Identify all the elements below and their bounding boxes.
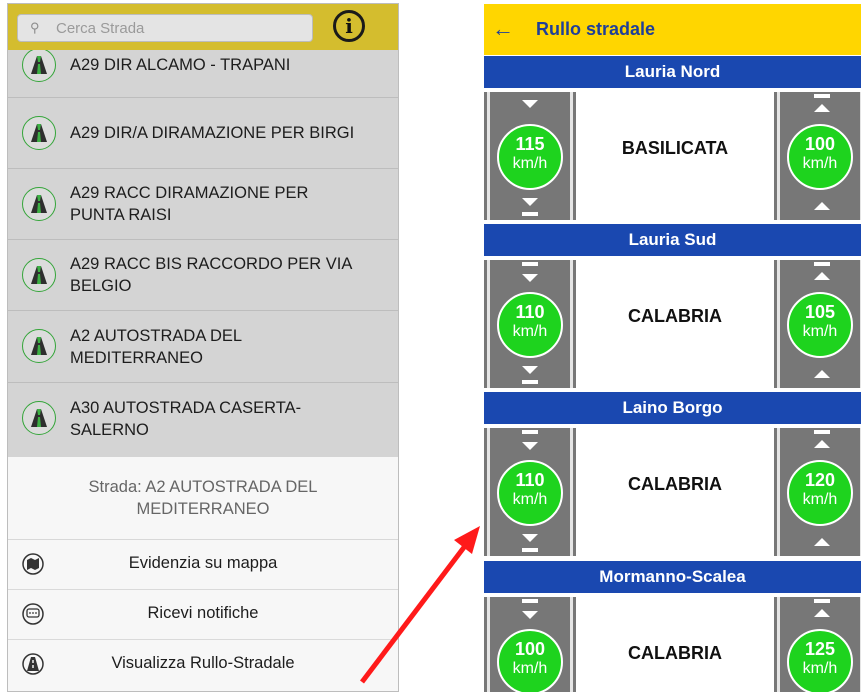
station-header: Lauria Nord bbox=[484, 56, 861, 88]
station-row[interactable]: 115 km/h BASILICATA 100 km/h bbox=[484, 92, 861, 220]
search-icon: ⚲ bbox=[30, 20, 40, 35]
list-item[interactable]: A30 AUTOSTRADA CASERTA- SALERNO bbox=[8, 383, 398, 457]
speed-sign-right: 105 km/h bbox=[787, 292, 853, 358]
lane-left: 100 km/h bbox=[484, 597, 576, 692]
road-name: A29 DIR ALCAMO - TRAPANI bbox=[70, 56, 291, 74]
road-icon bbox=[22, 50, 56, 82]
station-row[interactable]: 110 km/h CALABRIA 105 km/h bbox=[484, 260, 861, 388]
region-label: BASILICATA bbox=[621, 138, 729, 158]
back-arrow-icon[interactable]: ← bbox=[492, 16, 514, 42]
speed-sign-right: 125 km/h bbox=[787, 629, 853, 692]
road-icon bbox=[22, 258, 56, 292]
top-bar: ⚲ Cerca Strada i bbox=[8, 4, 398, 50]
speed-sign-left: 110 km/h bbox=[497, 460, 563, 526]
road-icon bbox=[22, 187, 56, 221]
speed-sign-right: 120 km/h bbox=[787, 460, 853, 526]
list-item[interactable]: A29 RACC DIRAMAZIONE PER PUNTA RAISI bbox=[8, 169, 398, 240]
road-name: A29 DIR/A DIRAMAZIONE PER BIRGI bbox=[70, 124, 355, 142]
red-arrow bbox=[360, 526, 480, 684]
page-title: Rullo stradale bbox=[536, 19, 656, 39]
station-row[interactable]: 110 km/h CALABRIA 120 km/h bbox=[484, 428, 861, 556]
lane-right: 120 km/h bbox=[774, 428, 861, 556]
list-item[interactable]: A29 DIR/A DIRAMAZIONE PER BIRGI bbox=[8, 98, 398, 169]
lane-left: 110 km/h bbox=[484, 428, 576, 556]
road-icon bbox=[22, 329, 56, 363]
lane-right: 100 km/h bbox=[774, 92, 861, 220]
road-list: A29 DIR ALCAMO - TRAPANI A29 DIR/A DIRAM… bbox=[8, 50, 398, 457]
road-icon bbox=[22, 116, 56, 150]
speed-sign-left: 115 km/h bbox=[497, 124, 563, 190]
sheet-title: Strada: A2 AUTOSTRADA DEL MEDITERRANEO bbox=[8, 457, 398, 540]
bottom-sheet: Strada: A2 AUTOSTRADA DEL MEDITERRANEO Ev… bbox=[8, 457, 398, 691]
speed-sign-left: 110 km/h bbox=[497, 292, 563, 358]
station-row[interactable]: 100 km/h CALABRIA 125 km/h bbox=[484, 597, 861, 692]
road-name: A29 RACC DIRAMAZIONE PER PUNTA RAISI bbox=[70, 184, 309, 224]
region-label: CALABRIA bbox=[628, 643, 722, 663]
view-road-roll-button[interactable]: Visualizza Rullo-Stradale bbox=[8, 640, 398, 691]
road-name: A30 AUTOSTRADA CASERTA- SALERNO bbox=[70, 399, 302, 439]
search-input[interactable]: ⚲ Cerca Strada bbox=[17, 14, 313, 42]
station-header: Mormanno-Scalea bbox=[484, 561, 861, 593]
list-item[interactable]: A29 RACC BIS RACCORDO PER VIA BELGIO bbox=[8, 240, 398, 311]
region-label: CALABRIA bbox=[628, 306, 722, 326]
road-name: A2 AUTOSTRADA DEL MEDITERRANEO bbox=[70, 327, 243, 367]
list-item[interactable]: A29 DIR ALCAMO - TRAPANI bbox=[8, 50, 398, 98]
speed-sign-right: 100 km/h bbox=[787, 124, 853, 190]
lane-left: 115 km/h bbox=[484, 92, 576, 220]
road-list-screen: ⚲ Cerca Strada i A29 DIR ALCAMO - TRAPAN… bbox=[7, 3, 399, 692]
road-name: A29 RACC BIS RACCORDO PER VIA BELGIO bbox=[70, 255, 353, 295]
info-icon[interactable]: i bbox=[333, 10, 365, 42]
lane-left: 110 km/h bbox=[484, 260, 576, 388]
station-header: Laino Borgo bbox=[484, 392, 861, 424]
road-roll-screen: ← Rullo stradale Lauria Nord 115 km/h BAS… bbox=[484, 4, 861, 692]
receive-notifications-button[interactable]: Ricevi notifiche bbox=[8, 590, 398, 640]
search-placeholder: Cerca Strada bbox=[56, 20, 145, 37]
lane-right: 125 km/h bbox=[774, 597, 861, 692]
highlight-on-map-button[interactable]: Evidenzia su mappa bbox=[8, 540, 398, 590]
speed-sign-left: 100 km/h bbox=[497, 629, 563, 692]
station-header: Lauria Sud bbox=[484, 224, 861, 256]
list-item[interactable]: A2 AUTOSTRADA DEL MEDITERRANEO bbox=[8, 311, 398, 383]
app-bar: ← Rullo stradale bbox=[484, 4, 861, 55]
road-icon bbox=[22, 401, 56, 435]
lane-right: 105 km/h bbox=[774, 260, 861, 388]
region-label: CALABRIA bbox=[628, 474, 722, 494]
